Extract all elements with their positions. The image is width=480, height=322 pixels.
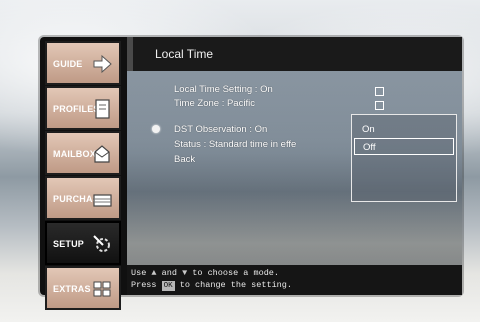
tab-label: EXTRAS [53,284,91,294]
menu-item-dst-observation[interactable]: DST Observation : On [174,124,267,138]
help-text: to choose a mode. [192,268,279,278]
checkbox-icon [375,101,384,110]
up-arrow-icon: ▲ [151,268,157,278]
tab-label: SETUP [53,239,85,249]
tab-profiles[interactable]: PROFILES [45,86,121,130]
tab-purchases[interactable]: PURCHASES [45,176,121,220]
selection-bullet [152,125,160,133]
tab-label: MAILBOX [53,149,96,159]
document-icon [95,99,110,119]
menu-item-time-zone[interactable]: Time Zone : Pacific [174,98,255,112]
menu-item-label: Local Time Setting : On [174,84,273,95]
tools-icon [93,235,110,252]
grid-icon [93,281,111,297]
menu-item-label: Time Zone : Pacific [174,98,255,109]
help-text: and [161,268,177,278]
menu-item-status: Status : Standard time in effe [174,139,296,153]
arrow-right-icon [93,54,112,74]
tab-mailbox[interactable]: MAILBOX [45,131,121,175]
tab-guide[interactable]: GUIDE [45,41,121,85]
checkbox-icon [375,87,384,96]
header-edge [127,37,133,71]
tab-label: GUIDE [53,59,83,69]
menu-item-label: DST Observation : On [174,124,268,135]
menu-item-local-time-setting[interactable]: Local Time Setting : On [174,84,273,98]
help-footer: Use ▲ and ▼ to choose a mode. Press OK t… [127,265,462,295]
help-text: Use [131,268,147,278]
help-text: Press [131,280,157,290]
cart-icon [93,194,112,207]
help-line-1: Use ▲ and ▼ to choose a mode. [131,268,279,278]
menu-item-label: Back [174,154,196,165]
down-arrow-icon: ▼ [182,268,188,278]
dst-options-dropdown[interactable]: On Off [351,114,457,202]
menu-item-back[interactable]: Back [174,154,195,168]
page-title: Local Time [155,47,214,61]
envelope-icon [94,145,110,163]
option-off[interactable]: Off [354,138,454,155]
help-line-2: Press OK to change the setting. [131,280,292,291]
screen-header: Local Time [127,37,462,71]
tab-setup[interactable]: SETUP [45,221,121,265]
ok-key-icon: OK [161,281,175,291]
menu-item-label: Status : Standard time in effe [174,139,297,150]
option-on[interactable]: On [354,121,454,138]
tab-extras[interactable]: EXTRAS [45,266,121,310]
help-text: to change the setting. [179,280,292,290]
